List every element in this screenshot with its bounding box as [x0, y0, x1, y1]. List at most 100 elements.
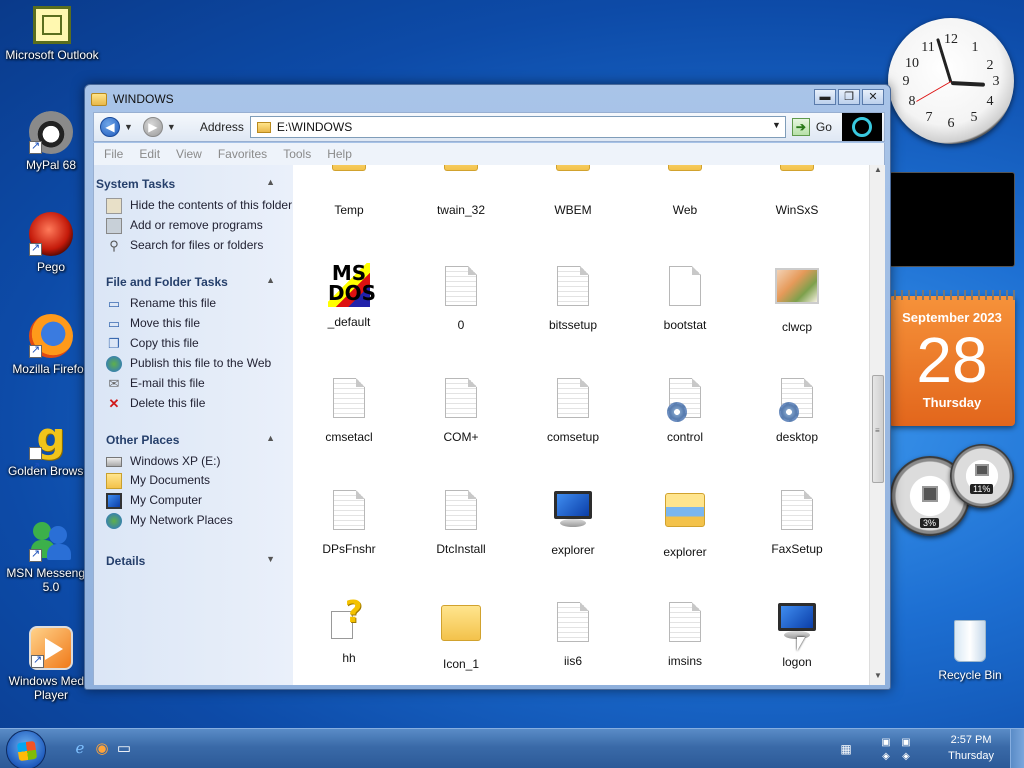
clock-number: 6	[947, 116, 955, 131]
file-item[interactable]: logon	[741, 599, 853, 671]
file-item[interactable]: Icon_1	[405, 599, 517, 671]
ram-meter-gadget[interactable]: 11%	[950, 444, 1014, 508]
file-item[interactable]: Web	[629, 165, 741, 217]
task-copy[interactable]: ❐ Copy this file	[94, 334, 293, 354]
blank-document-icon	[663, 266, 707, 312]
system-tasks-header[interactable]: System Tasks ▲	[94, 172, 293, 196]
file-item[interactable]: MS DOS _default	[293, 263, 405, 334]
network-icon	[106, 513, 122, 529]
file-item[interactable]: DPsFnshr	[293, 487, 405, 559]
show-desktop-button[interactable]	[1010, 729, 1024, 768]
ie-quicklaunch-icon[interactable]: ℯ	[70, 739, 90, 759]
show-desktop-quicklaunch-icon[interactable]: ▭	[114, 739, 134, 759]
file-item[interactable]: bootstat	[629, 263, 741, 334]
maximize-button[interactable]: ❐	[838, 89, 860, 105]
address-dropdown-icon[interactable]: ▼	[772, 120, 781, 130]
media-player-icon	[29, 626, 73, 670]
task-search[interactable]: ⚲ Search for files or folders	[94, 236, 293, 256]
firefox-icon	[29, 314, 73, 358]
menu-tools[interactable]: Tools	[283, 147, 317, 161]
file-item[interactable]: control	[629, 375, 741, 444]
file-label: Temp	[334, 203, 364, 217]
vertical-scrollbar[interactable]: ▲ ≡ ▼	[869, 165, 885, 685]
close-button[interactable]: ✕	[862, 89, 884, 105]
title-bar[interactable]: WINDOWS ▬ ❐ ✕	[91, 89, 884, 109]
file-item[interactable]: iis6	[517, 599, 629, 671]
file-item[interactable]: clwcp	[741, 263, 853, 334]
task-rename[interactable]: ▭ Rename this file	[94, 294, 293, 314]
forward-dropdown-icon[interactable]: ▼	[167, 122, 176, 132]
desktop-icon-outlook[interactable]: Microsoft Outlook	[2, 6, 102, 62]
desktop-icon-label: Recycle Bin	[938, 668, 1002, 682]
place-my-network[interactable]: My Network Places	[94, 511, 293, 531]
file-item[interactable]: COM+	[405, 375, 517, 444]
menu-favorites[interactable]: Favorites	[218, 147, 273, 161]
details-header[interactable]: Details ▼	[94, 549, 293, 573]
collapse-icon[interactable]: ▲	[266, 177, 275, 187]
file-item[interactable]: Temp	[293, 165, 405, 217]
menu-help[interactable]: Help	[327, 147, 358, 161]
file-item[interactable]: WBEM	[517, 165, 629, 217]
task-delete[interactable]: ✕ Delete this file	[94, 394, 293, 414]
minimize-button[interactable]: ▬	[814, 89, 836, 105]
throbber-logo	[841, 113, 882, 141]
back-button[interactable]: ◀	[100, 117, 120, 137]
back-dropdown-icon[interactable]: ▼	[124, 122, 133, 132]
task-move[interactable]: ▭ Move this file	[94, 314, 293, 334]
menu-view[interactable]: View	[176, 147, 208, 161]
collapse-icon[interactable]: ▲	[266, 433, 275, 443]
file-item[interactable]: bitssetup	[517, 263, 629, 334]
file-item[interactable]: FaxSetup	[741, 487, 853, 559]
file-item[interactable]: ? hh	[293, 595, 405, 671]
go-button[interactable]: ➔ Go	[791, 118, 832, 136]
other-places-header[interactable]: Other Places ▲	[94, 428, 293, 452]
file-folder-tasks-header[interactable]: File and Folder Tasks ▲	[94, 270, 293, 294]
file-item[interactable]: cmsetacl	[293, 375, 405, 444]
task-hide-contents[interactable]: Hide the contents of this folder	[94, 196, 293, 216]
document-icon	[439, 378, 483, 424]
file-item[interactable]: 0	[405, 263, 517, 334]
gear-icon	[667, 402, 687, 422]
slideshow-gadget[interactable]	[889, 172, 1015, 267]
scroll-down-icon[interactable]: ▼	[870, 671, 886, 685]
file-view[interactable]: Temp twain_32 WBEM Web WinSxS MS DOS _defa…	[293, 165, 869, 685]
tray-keyboard-icon[interactable]: ▦	[836, 739, 856, 759]
place-my-computer[interactable]: My Computer	[94, 491, 293, 511]
firefox-quicklaunch-icon[interactable]: ◉	[92, 739, 112, 759]
file-item[interactable]: imsins	[629, 599, 741, 671]
tray-volume-icon[interactable]: ◈	[876, 747, 896, 767]
address-value[interactable]: E:\WINDOWS	[277, 120, 352, 134]
expand-icon[interactable]: ▼	[266, 554, 275, 564]
desktop-icon-recycle-bin[interactable]: Recycle Bin	[930, 620, 1010, 682]
calendar-gadget[interactable]: September 2023 28 Thursday	[889, 290, 1015, 426]
tray-update-icon[interactable]: ◈	[896, 747, 916, 767]
place-my-documents[interactable]: My Documents	[94, 471, 293, 491]
raccoon-icon	[29, 110, 73, 154]
task-label: Add or remove programs	[130, 218, 263, 232]
forward-button[interactable]: ▶	[142, 117, 163, 137]
task-publish[interactable]: Publish this file to the Web	[94, 354, 293, 374]
go-label: Go	[815, 120, 832, 134]
explorer-window[interactable]: WINDOWS ▬ ❐ ✕ ◀ ▼ ▶ ▼ Address E:\WINDOWS…	[84, 84, 891, 690]
msn-messenger-icon	[29, 518, 73, 562]
file-item[interactable]: DtcInstall	[405, 487, 517, 559]
place-windows-xp-drive[interactable]: Windows XP (E:)	[94, 452, 293, 471]
file-item[interactable]: explorer	[517, 487, 629, 559]
collapse-icon[interactable]: ▲	[266, 275, 275, 285]
scroll-thumb[interactable]: ≡	[872, 375, 884, 483]
file-item[interactable]: comsetup	[517, 375, 629, 444]
file-item[interactable]: desktop	[741, 375, 853, 444]
file-item[interactable]: WinSxS	[741, 165, 853, 217]
scroll-up-icon[interactable]: ▲	[870, 165, 886, 179]
menu-edit[interactable]: Edit	[139, 147, 166, 161]
menu-file[interactable]: File	[104, 147, 129, 161]
file-item[interactable]: explorer	[629, 487, 741, 559]
address-bar[interactable]: E:\WINDOWS ▼	[249, 116, 786, 138]
task-add-remove-programs[interactable]: Add or remove programs	[94, 216, 293, 236]
system-tasks-title: System Tasks	[96, 177, 176, 191]
clock-gadget[interactable]: 12 1 2 3 4 5 6 7 8 9 10 11	[888, 18, 1014, 144]
start-button[interactable]	[6, 730, 46, 768]
file-item[interactable]: twain_32	[405, 165, 517, 217]
clock[interactable]: 2:57 PM Thursday	[948, 732, 994, 764]
task-email[interactable]: ✉ E-mail this file	[94, 374, 293, 394]
